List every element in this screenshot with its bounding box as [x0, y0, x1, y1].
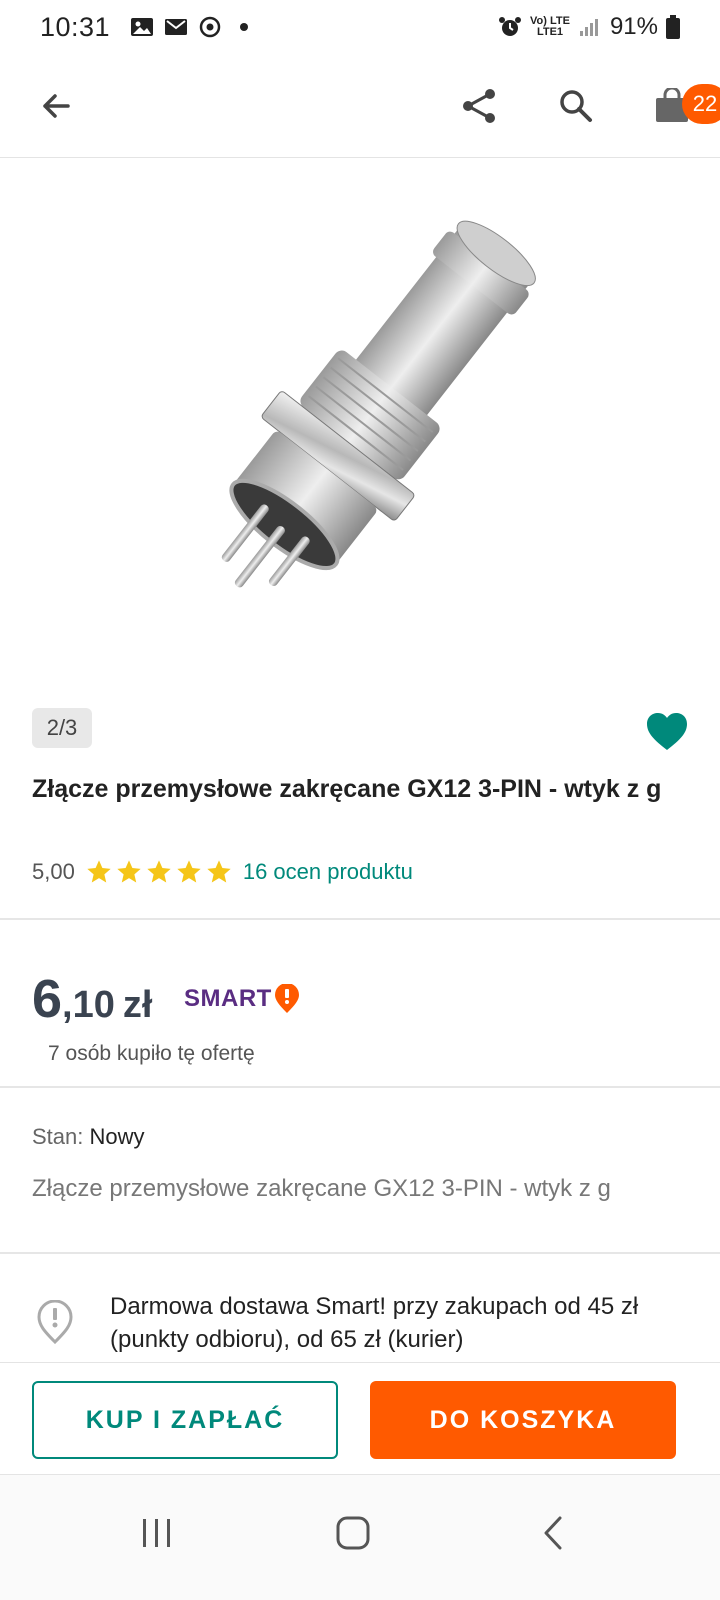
share-button[interactable] [452, 78, 508, 134]
bought-count: 7 osób kupiło tę ofertę [48, 1042, 255, 1065]
signal-icon [579, 19, 598, 36]
buy-now-button[interactable]: KUP I ZAPŁAĆ [32, 1381, 338, 1459]
home-icon [336, 1516, 370, 1550]
volte-indicator: Vo) LTE LTE1 [530, 16, 570, 38]
status-left: 10:31 [40, 11, 249, 43]
volte-bottom: LTE1 [536, 26, 564, 38]
star-icon [207, 860, 231, 883]
price-fraction: ,10 [62, 984, 115, 1026]
alarm-icon [499, 17, 522, 36]
sync-notification-icon [199, 16, 221, 38]
bottom-action-bar: KUP I ZAPŁAĆ DO KOSZYKA [0, 1362, 720, 1474]
status-bar: 10:31 Vo) LTE LTE1 91% [0, 0, 720, 54]
product-description: Złącze przemysłowe zakręcane GX12 3-PIN … [32, 1175, 611, 1202]
divider [0, 918, 720, 920]
divider [0, 1252, 720, 1254]
add-to-cart-button[interactable]: DO KOSZYKA [370, 1381, 676, 1459]
condition-label: Stan: [32, 1124, 84, 1149]
smart-delivery-icon [37, 1300, 73, 1344]
heart-icon [647, 713, 687, 750]
product-image[interactable] [90, 158, 620, 693]
rating-value: 5,00 [32, 859, 75, 884]
reviews-link[interactable]: 16 ocen produktu [243, 859, 413, 885]
product-title: Złącze przemysłowe zakręcane GX12 3-PIN … [32, 775, 662, 803]
smart-badge: SMART [184, 984, 300, 1014]
gallery-notification-icon [131, 18, 154, 36]
back-button[interactable] [28, 78, 84, 134]
delivery-info: Darmowa dostawa Smart! przy zakupach od … [110, 1293, 639, 1353]
arrow-back-icon [43, 94, 70, 118]
cart-count-badge: 22 [682, 84, 720, 124]
home-button[interactable] [318, 1503, 388, 1563]
divider [0, 1086, 720, 1088]
rating-row: 5,00 16 ocen produktu [32, 856, 413, 888]
price: 6 ,10 zł [32, 968, 152, 1030]
battery-percent: 91% [609, 13, 658, 40]
nav-back-button[interactable] [518, 1503, 588, 1563]
status-right: Vo) LTE LTE1 91% [498, 13, 680, 41]
more-notifications-dot [240, 23, 249, 31]
share-icon [463, 89, 495, 123]
mail-notification-icon [165, 19, 188, 35]
condition-value: Nowy [89, 1124, 145, 1149]
smart-exclamation-icon [274, 984, 299, 1013]
image-counter: 2/3 [32, 708, 92, 748]
recent-apps-button[interactable] [122, 1503, 192, 1563]
favorite-button[interactable] [646, 712, 688, 752]
chevron-left-icon [544, 1516, 562, 1550]
star-icon [87, 860, 111, 883]
battery-icon [666, 15, 680, 39]
app-bar: 22 [0, 54, 720, 158]
system-nav-bar [0, 1474, 720, 1600]
price-integer: 6 [32, 969, 63, 1029]
price-currency: zł [122, 984, 153, 1026]
search-button[interactable] [548, 78, 604, 134]
connector-image [221, 220, 536, 588]
rating-stars [85, 858, 233, 886]
smart-label: SMART [184, 985, 272, 1012]
recent-apps-icon [143, 1519, 170, 1547]
star-icon [147, 860, 171, 883]
search-icon [560, 90, 592, 122]
star-icon [117, 860, 141, 883]
status-time: 10:31 [40, 11, 111, 42]
cart-button[interactable]: 22 [644, 78, 720, 134]
star-icon [177, 860, 201, 883]
condition-row: Stan: Nowy [32, 1124, 145, 1150]
